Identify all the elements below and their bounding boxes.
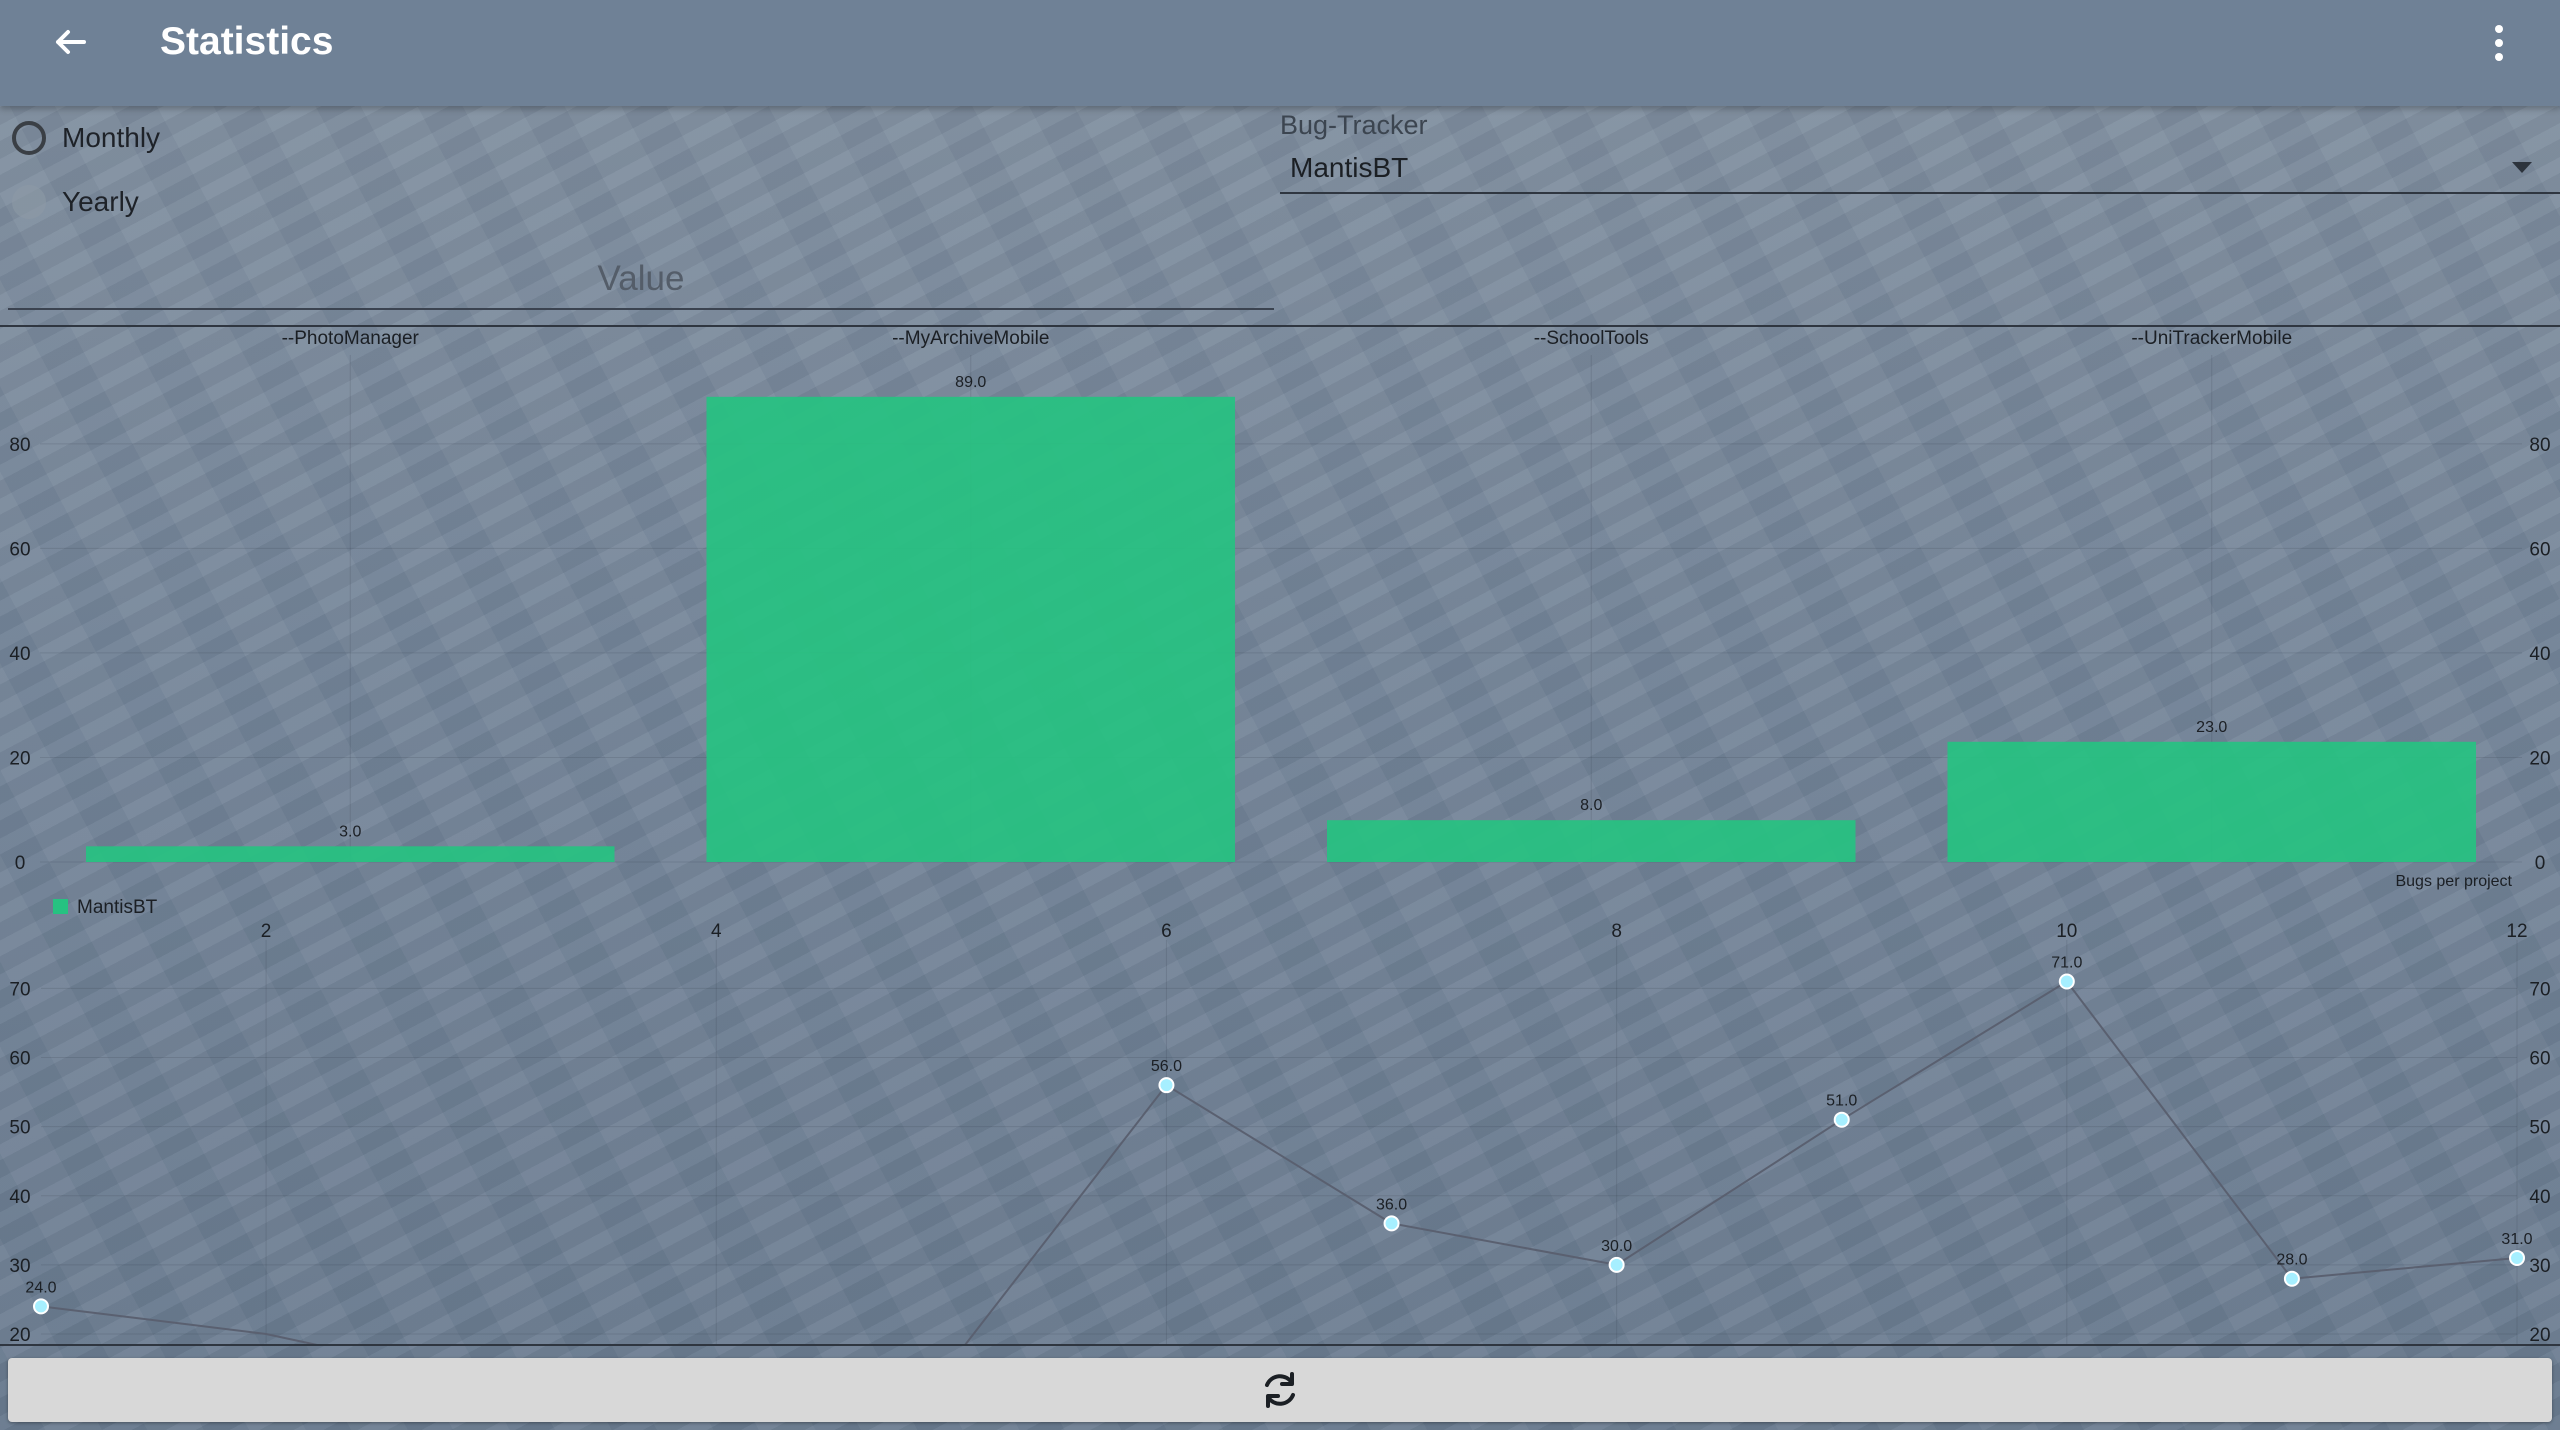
data-point <box>1383 1215 1400 1232</box>
data-point <box>1833 1111 1850 1128</box>
data-point <box>33 1298 49 1315</box>
y-axis-right-tick: 20 <box>2529 1325 2550 1344</box>
category-label: --PhotoManager <box>282 328 420 349</box>
bugs-per-project-bar-chart: 3.0 89.0 8.0 23.0 0 0 20 20 40 40 60 60 80 80 --Photo… <box>9 328 2550 918</box>
point-value-label: 56.0 <box>1151 1058 1182 1075</box>
legend-label: MantisBT <box>77 897 158 918</box>
y-axis-left-tick: 60 <box>9 539 30 560</box>
y-axis-right-tick: 40 <box>2529 1187 2550 1208</box>
y-axis-right-tick: 60 <box>2529 1049 2550 1070</box>
category-label: --UniTrackerMobile <box>2131 328 2292 349</box>
radio-yearly-label: Yearly <box>62 186 139 217</box>
y-axis-left-tick: 20 <box>9 748 30 769</box>
back-button[interactable] <box>44 22 100 78</box>
x-axis-tick: 10 <box>2056 921 2077 942</box>
more-vert-icon <box>2495 25 2503 61</box>
point-value-label: 71.0 <box>2051 954 2082 971</box>
category-label: --MyArchiveMobile <box>892 328 1049 349</box>
bug-tracker-selected-value: MantisBT <box>1290 152 1409 183</box>
radio-monthly[interactable]: Monthly <box>12 121 160 155</box>
y-axis-right-tick: 20 <box>2529 748 2550 769</box>
bar <box>1947 741 2476 862</box>
series-line <box>40 980 2518 1344</box>
x-axis-tick: 2 <box>261 921 272 942</box>
refresh-button[interactable] <box>8 1358 2552 1422</box>
point-value-label: 31.0 <box>2501 1231 2532 1248</box>
x-axis-tick: 4 <box>711 921 722 942</box>
category-label: --SchoolTools <box>1534 328 1649 349</box>
y-axis-left-tick: 70 <box>9 979 30 1000</box>
data-point <box>2058 973 2075 990</box>
y-axis-left-tick: 0 <box>15 853 26 874</box>
bug-tracker-dropdown[interactable]: MantisBT <box>1280 146 2560 194</box>
data-point <box>2509 1249 2525 1266</box>
data-point <box>2283 1270 2300 1287</box>
y-axis-right-tick: 0 <box>2535 853 2546 874</box>
app-bar: Statistics <box>0 0 2560 106</box>
bar-value-label: 89.0 <box>955 374 986 391</box>
bar <box>1327 820 1856 862</box>
data-point <box>1608 1256 1625 1273</box>
arrow-back-icon <box>56 30 86 54</box>
bar-value-label: 23.0 <box>2196 719 2227 736</box>
y-axis-left-tick: 60 <box>9 1049 30 1070</box>
x-axis-tick: 8 <box>1611 921 1622 942</box>
legend-swatch <box>53 899 68 914</box>
bar-value-label: 8.0 <box>1580 797 1602 814</box>
monthly-line-chart: 24.0 56.0 36.0 30.0 51.0 71.0 28.0 31.0 2 4 6 8 10 1… <box>9 921 2551 1344</box>
y-axis-right-tick: 50 <box>2529 1118 2550 1139</box>
radio-yearly[interactable]: Yearly <box>12 185 139 219</box>
refresh-icon <box>1265 1372 1295 1408</box>
y-axis-left-tick: 40 <box>9 644 30 665</box>
point-value-label: 30.0 <box>1601 1238 1632 1255</box>
value-input[interactable] <box>8 250 1274 310</box>
point-value-label: 24.0 <box>25 1279 56 1296</box>
chart-description: Bugs per project <box>2395 873 2512 890</box>
y-axis-right-tick: 40 <box>2529 644 2550 665</box>
y-axis-left-tick: 50 <box>9 1118 30 1139</box>
y-axis-left-tick: 80 <box>9 435 30 456</box>
bar <box>706 396 1235 862</box>
bug-tracker-label: Bug-Tracker <box>1280 110 1428 140</box>
point-value-label: 28.0 <box>2276 1252 2307 1269</box>
overflow-menu-button[interactable] <box>2476 20 2522 66</box>
x-axis-tick: 6 <box>1161 921 1172 942</box>
radio-yearly-indicator[interactable] <box>12 185 46 219</box>
y-axis-left-tick: 40 <box>9 1187 30 1208</box>
y-axis-right-tick: 30 <box>2529 1256 2550 1277</box>
dropdown-arrow-icon <box>2512 162 2532 173</box>
y-axis-right-tick: 80 <box>2529 435 2550 456</box>
bar-value-label: 3.0 <box>339 823 361 840</box>
x-axis-tick: 12 <box>2506 921 2527 942</box>
radio-monthly-label: Monthly <box>62 122 161 153</box>
y-axis-right-tick: 70 <box>2529 979 2550 1000</box>
point-value-label: 51.0 <box>1826 1093 1857 1110</box>
data-point <box>1158 1077 1175 1094</box>
point-value-label: 36.0 <box>1376 1196 1407 1213</box>
bar <box>86 846 615 862</box>
page-title: Statistics <box>160 20 334 63</box>
bottom-divider <box>0 1344 2560 1346</box>
radio-monthly-indicator[interactable] <box>12 121 46 155</box>
y-axis-left-tick: 30 <box>9 1256 30 1277</box>
y-axis-left-tick: 20 <box>9 1325 30 1344</box>
y-axis-right-tick: 60 <box>2529 539 2550 560</box>
